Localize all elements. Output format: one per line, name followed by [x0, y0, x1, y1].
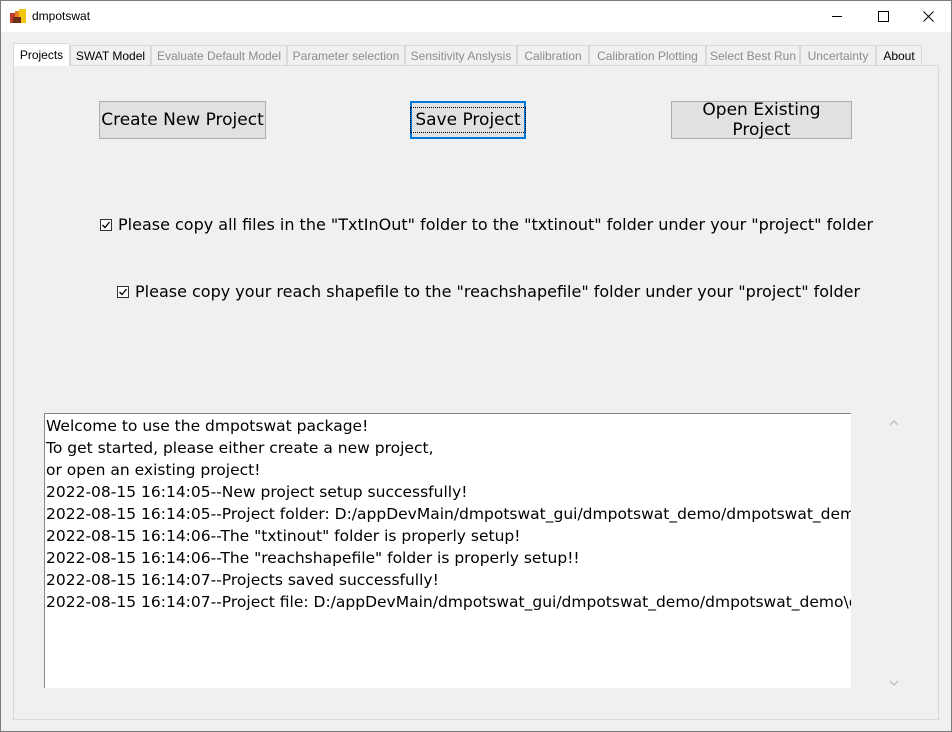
- maximize-button[interactable]: [860, 1, 906, 32]
- log-line: 2022-08-15 16:14:07--Projects saved succ…: [46, 571, 439, 589]
- save-project-button[interactable]: Save Project: [410, 101, 526, 139]
- window-title: dmpotswat: [32, 9, 91, 23]
- checkmark-icon: [102, 221, 111, 228]
- tab-parameter-selection[interactable]: Parameter selection: [287, 45, 405, 65]
- tab-select-best-run[interactable]: Select Best Run: [706, 45, 800, 65]
- log-line: 2022-08-15 16:14:06--The "reachshapefile…: [46, 549, 580, 567]
- app-window: dmpotswat Projects SWAT Model Evaluate D…: [0, 0, 952, 732]
- reachshapefile-checkbox-row[interactable]: Please copy your reach shapefile to the …: [117, 282, 860, 301]
- close-button[interactable]: [905, 1, 951, 32]
- tab-sensitivity-analysis[interactable]: Sensitivity Anslysis: [405, 45, 517, 65]
- title-bar[interactable]: dmpotswat: [1, 1, 951, 32]
- log-line: 2022-08-15 16:14:05--New project setup s…: [46, 483, 468, 501]
- maximize-icon: [877, 11, 889, 22]
- reachshapefile-checkbox[interactable]: [117, 285, 129, 298]
- create-new-project-button[interactable]: Create New Project: [99, 101, 266, 139]
- log-line: or open an existing project!: [46, 461, 261, 479]
- tab-evaluate-default-model[interactable]: Evaluate Default Model: [151, 45, 287, 65]
- tab-uncertainty[interactable]: Uncertainty: [800, 45, 876, 65]
- create-new-project-label: Create New Project: [101, 110, 264, 130]
- chevron-up-icon: [889, 420, 899, 426]
- tab-bar: Projects SWAT Model Evaluate Default Mod…: [13, 43, 923, 66]
- open-existing-project-label: Open Existing Project: [702, 100, 821, 140]
- close-icon: [922, 11, 934, 22]
- tab-about[interactable]: About: [876, 45, 922, 65]
- log-lines: Welcome to use the dmpotswat package! To…: [45, 415, 851, 613]
- open-existing-project-button[interactable]: Open Existing Project: [671, 100, 852, 140]
- minimize-button[interactable]: [814, 1, 860, 32]
- chevron-down-icon: [889, 680, 899, 686]
- txtinout-checkbox-row[interactable]: Please copy all files in the "TxtInOut" …: [100, 215, 873, 234]
- tab-calibration[interactable]: Calibration: [517, 45, 589, 65]
- log-line: 2022-08-15 16:14:06--The "txtinout" fold…: [46, 527, 521, 545]
- log-textarea[interactable]: Welcome to use the dmpotswat package! To…: [44, 413, 851, 688]
- save-project-label: Save Project: [410, 107, 526, 133]
- scroll-down-button[interactable]: [888, 675, 900, 693]
- txtinout-checkbox-label: Please copy all files in the "TxtInOut" …: [118, 215, 874, 234]
- tab-swat-model[interactable]: SWAT Model: [70, 45, 151, 65]
- tab-projects[interactable]: Projects: [13, 43, 70, 66]
- app-logo-icon: [10, 9, 26, 23]
- tab-calibration-plotting[interactable]: Calibration Plotting: [589, 45, 706, 65]
- scroll-up-button[interactable]: [888, 415, 900, 433]
- checkmark-icon: [119, 288, 128, 295]
- log-line: To get started, please either create a n…: [46, 439, 434, 457]
- log-line: 2022-08-15 16:14:07--Project file: D:/ap…: [46, 593, 851, 611]
- txtinout-checkbox[interactable]: [100, 218, 112, 231]
- log-line: Welcome to use the dmpotswat package!: [46, 417, 369, 435]
- reachshapefile-checkbox-label: Please copy your reach shapefile to the …: [135, 282, 861, 301]
- minimize-icon: [831, 16, 842, 17]
- log-line: 2022-08-15 16:14:05--Project folder: D:/…: [46, 505, 851, 523]
